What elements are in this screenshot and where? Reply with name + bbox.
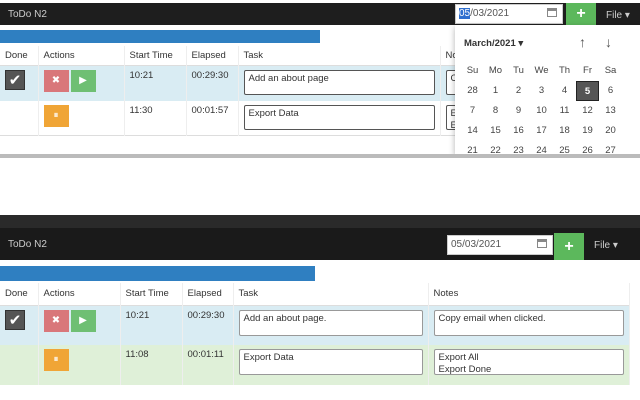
calendar-day[interactable]: 15 xyxy=(484,121,507,141)
start-time: 11:30 xyxy=(124,100,187,136)
file-menu[interactable]: File ▾ xyxy=(606,10,630,21)
header-notes: Notes xyxy=(428,283,630,305)
task-input[interactable]: Export Data xyxy=(238,349,423,375)
task-input[interactable]: Add an about page. xyxy=(238,309,423,336)
calendar-day[interactable]: 5 xyxy=(576,81,599,101)
notes-input[interactable]: Export All Export Done xyxy=(433,349,624,375)
header-done: Done xyxy=(0,46,39,66)
calendar-day[interactable]: 14 xyxy=(461,121,484,141)
calendar-day[interactable]: 26 xyxy=(576,141,599,154)
calendar-day[interactable]: 22 xyxy=(484,141,507,154)
progress-bar xyxy=(0,266,315,281)
calendar-day[interactable]: 1 xyxy=(484,81,507,101)
calendar-day[interactable]: 7 xyxy=(461,101,484,121)
date-input[interactable]: 05/03/2021 xyxy=(447,235,553,255)
task-input[interactable]: Export Data xyxy=(243,104,435,130)
elapsed: 00:29:30 xyxy=(186,65,239,101)
weekday-label: Su xyxy=(466,65,479,76)
calendar-day[interactable]: 4 xyxy=(553,81,576,101)
calendar-day[interactable]: 13 xyxy=(599,101,622,121)
calendar-day[interactable]: 11 xyxy=(553,101,576,121)
calendar-day[interactable]: 8 xyxy=(484,101,507,121)
next-month-icon[interactable]: ↓ xyxy=(605,34,612,50)
task-input[interactable]: Add an about page xyxy=(243,70,435,95)
notes-input[interactable]: Copy email when clicked. xyxy=(433,309,624,336)
date-input[interactable]: 05/03/2021 xyxy=(455,4,563,24)
calendar-day[interactable]: 28 xyxy=(461,81,484,101)
add-button[interactable]: + xyxy=(566,3,596,25)
prev-month-icon[interactable]: ↑ xyxy=(579,34,586,50)
header-done: Done xyxy=(0,283,39,305)
date-value: 05/03/2021 xyxy=(451,239,502,250)
calendar-day[interactable]: 24 xyxy=(530,141,553,154)
calendar-day[interactable]: 27 xyxy=(599,141,622,154)
calendar-day[interactable]: 21 xyxy=(461,141,484,154)
calendar-day[interactable]: 17 xyxy=(530,121,553,141)
app-title: ToDo N2 xyxy=(8,239,47,250)
calendar-day[interactable]: 16 xyxy=(507,121,530,141)
calendar-day[interactable]: 6 xyxy=(599,81,622,101)
weekday-label: We xyxy=(534,65,549,76)
calendar-day[interactable]: 3 xyxy=(530,81,553,101)
calendar-day[interactable]: 12 xyxy=(576,101,599,121)
weekday-label: Tu xyxy=(513,65,524,76)
weekday-label: Th xyxy=(558,65,571,76)
calendar-day[interactable]: 2 xyxy=(507,81,530,101)
elapsed: 00:01:57 xyxy=(186,100,239,136)
browser-bar xyxy=(0,215,640,228)
header-task: Task xyxy=(233,283,429,305)
calendar-day[interactable]: 18 xyxy=(553,121,576,141)
done-checkbox[interactable]: ✔ xyxy=(5,309,25,330)
done-checkbox[interactable]: ✔ xyxy=(5,70,25,90)
calendar-icon[interactable] xyxy=(547,8,557,17)
calendar-day[interactable]: 10 xyxy=(530,101,553,121)
navbar: ToDo N2 05/03/2021 + File ▾ xyxy=(0,228,640,260)
elapsed: 00:29:30 xyxy=(182,305,234,345)
start-time: 11:08 xyxy=(120,345,183,385)
play-button[interactable]: ▶ xyxy=(70,309,96,332)
weekday-label: Sa xyxy=(604,65,617,76)
calendar-day[interactable]: 23 xyxy=(507,141,530,154)
pause-button[interactable]: ⏸ xyxy=(43,349,69,371)
month-select[interactable]: March/2021 ▾ xyxy=(464,38,523,49)
bottom-screenshot: ToDo N2 05/03/2021 + File ▾ Done Actions… xyxy=(0,215,640,400)
date-day-selected: 05 xyxy=(459,8,471,19)
calendar-day[interactable]: 25 xyxy=(553,141,576,154)
delete-button[interactable]: ✖ xyxy=(43,309,69,332)
header-elapsed: Elapsed xyxy=(186,46,239,66)
header-task: Task xyxy=(238,46,441,66)
navbar: ToDo N2 05/03/2021 + File ▾ xyxy=(0,3,640,25)
header-elapsed: Elapsed xyxy=(182,283,234,305)
start-time: 10:21 xyxy=(120,305,183,345)
weekday-label: Mo xyxy=(488,65,503,76)
header-start: Start Time xyxy=(120,283,183,305)
task-table: Done Actions Start Time Elapsed Task Not… xyxy=(0,283,630,385)
table-row: ✔ ✖ ▶ 10:21 00:29:30 Add an about page. C… xyxy=(0,305,630,345)
table-row: ⏸ 11:08 00:01:11 Export Data Export All … xyxy=(0,345,630,385)
calendar-day[interactable]: 20 xyxy=(599,121,622,141)
progress-bar xyxy=(0,30,320,43)
add-button[interactable]: + xyxy=(554,233,584,260)
calendar-icon[interactable] xyxy=(537,239,547,248)
start-time: 10:21 xyxy=(124,65,187,101)
weekday-label: Fr xyxy=(583,65,592,76)
pause-button[interactable]: ⏸ xyxy=(43,104,69,127)
header-start: Start Time xyxy=(124,46,187,66)
app-title: ToDo N2 xyxy=(8,9,47,20)
play-button[interactable]: ▶ xyxy=(70,70,96,92)
date-rest: /03/2021 xyxy=(470,8,510,19)
datepicker-popup: March/2021 ▾ ↑ ↓ Su Mo Tu We Th Fr Sa 28 1 2 3 4 5 6 7… xyxy=(455,25,640,154)
calendar-day[interactable]: 19 xyxy=(576,121,599,141)
header-actions: Actions xyxy=(38,283,121,305)
calendar-grid: Su Mo Tu We Th Fr Sa 28 1 2 3 4 5 6 7 8 9 10 11 12 13 14 15 16 1… xyxy=(461,61,622,154)
calendar-day[interactable]: 9 xyxy=(507,101,530,121)
file-menu[interactable]: File ▾ xyxy=(594,240,618,251)
top-screenshot: ToDo N2 05/03/2021 + File ▾ Done Actions… xyxy=(0,0,640,158)
header-actions: Actions xyxy=(38,46,125,66)
elapsed: 00:01:11 xyxy=(182,345,234,385)
delete-button[interactable]: ✖ xyxy=(43,70,69,92)
